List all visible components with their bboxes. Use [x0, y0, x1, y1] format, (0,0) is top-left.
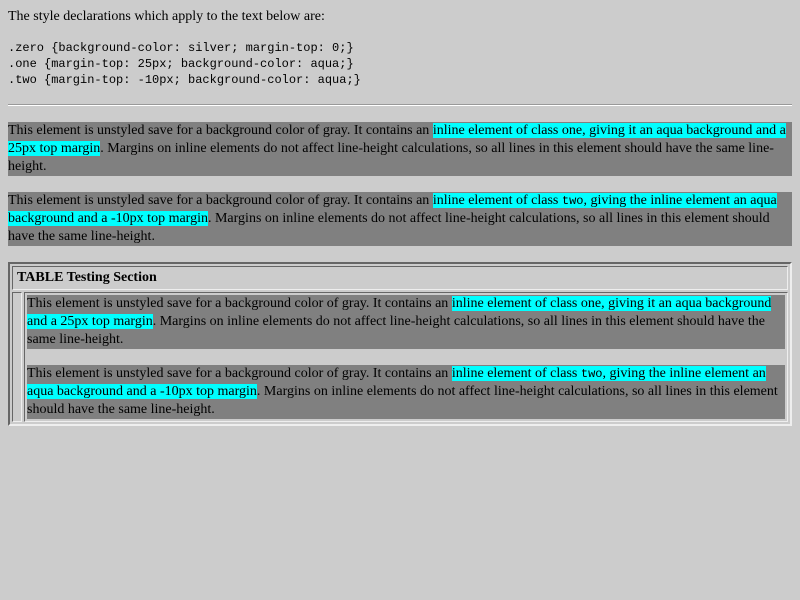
divider: [8, 104, 792, 106]
highlight-class-name: one: [580, 296, 602, 311]
table-spacer-cell: [12, 292, 22, 422]
highlight-text: inline element of class: [451, 366, 581, 381]
testing-table: TABLE Testing Section This element is un…: [8, 262, 792, 426]
table-content-cell: This element is unstyled save for a back…: [24, 292, 788, 422]
highlight-class-name: two: [580, 367, 603, 381]
paragraph-class-two: This element is unstyled save for a back…: [8, 192, 792, 246]
paragraph-text: This element is unstyled save for a back…: [27, 296, 452, 311]
table-paragraph-class-two: This element is unstyled save for a back…: [27, 365, 785, 419]
highlight-text: inline element of class: [451, 296, 581, 311]
paragraph-class-one: This element is unstyled save for a back…: [8, 122, 792, 176]
css-rule-two: .two {margin-top: -10px; background-colo…: [8, 73, 361, 87]
table-paragraph-class-one: This element is unstyled save for a back…: [27, 295, 785, 349]
page: The style declarations which apply to th…: [0, 0, 800, 434]
paragraph-text: This element is unstyled save for a back…: [27, 366, 452, 381]
highlight-class-name: one: [561, 123, 583, 138]
paragraph-text: This element is unstyled save for a back…: [8, 123, 433, 138]
css-rule-zero: .zero {background-color: silver; margin-…: [8, 41, 354, 55]
paragraph-text: . Margins on inline elements do not affe…: [8, 141, 774, 174]
css-rules: .zero {background-color: silver; margin-…: [8, 40, 792, 88]
highlight-text: inline element of class: [432, 123, 562, 138]
table-title: TABLE Testing Section: [12, 266, 788, 290]
css-rule-one: .one {margin-top: 25px; background-color…: [8, 57, 354, 71]
intro-text: The style declarations which apply to th…: [8, 9, 325, 24]
paragraph-text: This element is unstyled save for a back…: [8, 193, 433, 208]
highlight-text: inline element of class: [432, 193, 562, 208]
highlight-class-name: two: [561, 194, 584, 208]
